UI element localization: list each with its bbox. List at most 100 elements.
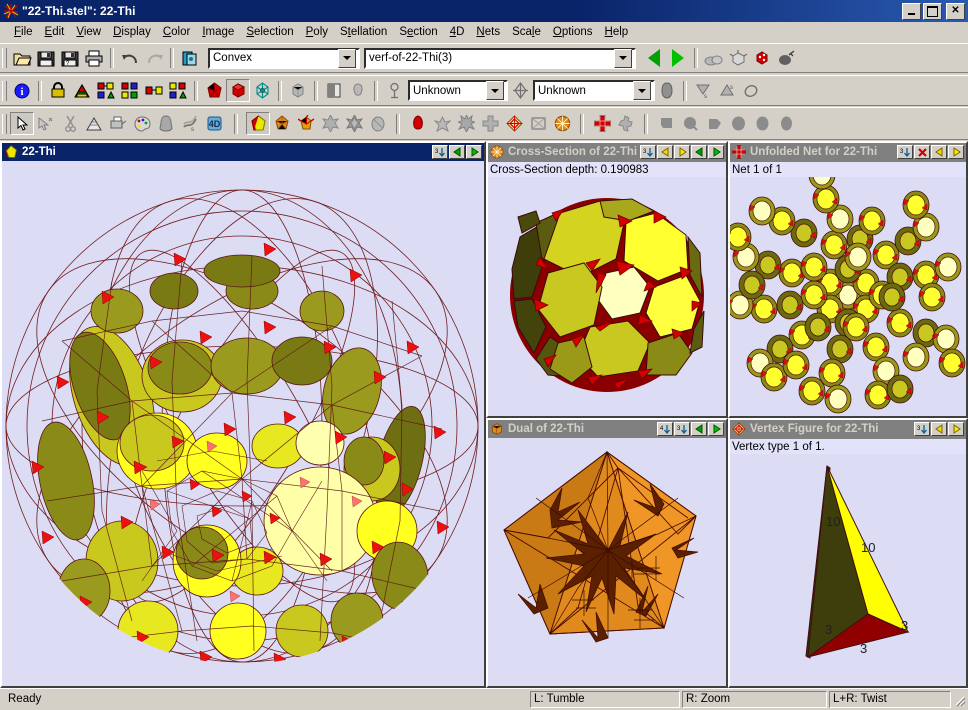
sub-symmetry-icon[interactable] [508, 79, 532, 102]
cross-section-icon[interactable] [550, 112, 574, 135]
toolbar-grip[interactable] [2, 48, 7, 68]
close-icon[interactable] [914, 145, 930, 159]
restore-icon[interactable]: 3 [914, 422, 930, 436]
augment-icon[interactable] [774, 47, 798, 70]
vertex-fig-icon[interactable] [346, 79, 370, 102]
green-next-icon[interactable] [708, 145, 724, 159]
model-viewport-main[interactable] [2, 161, 484, 686]
model-list-icon[interactable] [178, 47, 202, 70]
cross-grey-icon[interactable] [478, 112, 502, 135]
wireframe-icon[interactable] [250, 79, 274, 102]
menu-selection[interactable]: Selection [240, 24, 299, 40]
menu-color[interactable]: Color [157, 24, 197, 40]
child-window-vertex-figure[interactable]: Vertex Figure for 22-Thi 3 [728, 418, 968, 688]
child-titlebar-cross-section[interactable]: Cross-Section of 22-Thi 3 [488, 143, 726, 161]
child-titlebar-main[interactable]: 22-Thi 3 [2, 143, 484, 161]
chevron-down-icon[interactable] [486, 81, 504, 100]
shape-3-icon[interactable] [702, 112, 726, 135]
symmetry-color-icon[interactable] [166, 79, 190, 102]
vertex-color-icon[interactable] [142, 79, 166, 102]
child-titlebar-unfolded-net[interactable]: Unfolded Net for 22-Thi 3 [730, 143, 966, 161]
close-button[interactable]: ✕ [946, 3, 965, 20]
shape-4-icon[interactable] [726, 112, 750, 135]
green-prev-icon[interactable] [691, 145, 707, 159]
child-window-main[interactable]: 22-Thi 3 [0, 141, 486, 688]
restore-icon[interactable]: 3 [432, 145, 448, 159]
arrow-select-icon[interactable] [10, 112, 34, 135]
open-icon[interactable] [10, 47, 34, 70]
color-scheme-icon[interactable] [70, 79, 94, 102]
toolbar-grip[interactable] [2, 114, 7, 134]
next-model-button[interactable] [666, 47, 690, 70]
chevron-down-icon[interactable] [338, 49, 356, 68]
menu-file[interactable]: File [8, 24, 39, 40]
net-icon[interactable]: s [178, 112, 202, 135]
green-next-icon[interactable] [708, 422, 724, 436]
net-grey-icon[interactable] [614, 112, 638, 135]
maximize-button[interactable] [923, 3, 942, 20]
dual-viewport[interactable] [488, 438, 726, 686]
info-icon[interactable]: i [10, 79, 34, 102]
restore-icon[interactable]: 3 [640, 145, 656, 159]
next-icon[interactable] [466, 145, 482, 159]
undo-icon[interactable] [118, 47, 142, 70]
menu-view[interactable]: View [70, 24, 107, 40]
shape-6-icon[interactable] [774, 112, 798, 135]
menu-display[interactable]: Display [107, 24, 157, 40]
convex-hull-icon[interactable] [366, 112, 390, 135]
yellow-next-icon[interactable] [948, 145, 964, 159]
menu-nets[interactable]: Nets [470, 24, 506, 40]
model-name-combo[interactable]: verf-of-22-Thi(3) [364, 48, 636, 69]
redo-icon[interactable] [142, 47, 166, 70]
symmetry-icon[interactable] [382, 79, 406, 102]
vertex-figure-viewport[interactable]: 10 10 3 3 3 [730, 454, 966, 686]
sub-symmetry-combo[interactable]: Unknown [533, 80, 655, 101]
menu-section[interactable]: Section [393, 24, 443, 40]
child-window-cross-section[interactable]: Cross-Section of 22-Thi 3 [486, 141, 728, 418]
print-icon[interactable] [82, 47, 106, 70]
symmetry-group-combo[interactable]: Unknown [408, 80, 508, 101]
cross-section-viewport[interactable] [488, 177, 726, 416]
grey-head-icon[interactable] [154, 112, 178, 135]
minimize-button[interactable] [902, 3, 921, 20]
face-select-icon[interactable]: s [691, 79, 715, 102]
child-titlebar-dual[interactable]: Dual of 22-Thi 4 3 [488, 420, 726, 438]
frame-grey-icon[interactable] [526, 112, 550, 135]
measure-tool-icon[interactable] [82, 112, 106, 135]
child-titlebar-vertex-figure[interactable]: Vertex Figure for 22-Thi 3 [730, 420, 966, 438]
shape-5-icon[interactable] [750, 112, 774, 135]
yellow-prev-icon[interactable] [931, 422, 947, 436]
palette-icon[interactable] [130, 112, 154, 135]
edge-color-icon[interactable] [118, 79, 142, 102]
menu-4d[interactable]: 4D [444, 24, 471, 40]
restore3-icon[interactable]: 3 [674, 422, 690, 436]
fourd-icon[interactable]: 4D [202, 112, 226, 135]
faceting-icon[interactable] [702, 47, 726, 70]
menu-edit[interactable]: Edit [39, 24, 71, 40]
page-icon[interactable] [322, 79, 346, 102]
toolbar-grip[interactable] [2, 81, 7, 101]
base-model-icon[interactable] [246, 112, 270, 135]
prev-model-button[interactable] [642, 47, 666, 70]
unfolded-net-viewport[interactable] [730, 177, 966, 416]
save-as-icon[interactable]: ? [58, 47, 82, 70]
face-color-icon[interactable] [94, 79, 118, 102]
menu-stellation[interactable]: Stellation [334, 24, 393, 40]
burst-grey-icon[interactable] [454, 112, 478, 135]
compound-grey-icon[interactable] [342, 112, 366, 135]
measure-icon[interactable] [739, 79, 763, 102]
star-grey-icon[interactable] [430, 112, 454, 135]
menu-help[interactable]: Help [599, 24, 635, 40]
lock-icon[interactable] [46, 79, 70, 102]
save-icon[interactable] [34, 47, 58, 70]
chevron-down-icon[interactable] [614, 49, 632, 68]
prev-icon[interactable] [449, 145, 465, 159]
dual-model-icon[interactable] [270, 112, 294, 135]
stellation-model-icon[interactable] [294, 112, 318, 135]
compound-icon[interactable] [750, 47, 774, 70]
menu-scale[interactable]: Scale [506, 24, 547, 40]
shape-2-icon[interactable] [678, 112, 702, 135]
scissors-icon[interactable] [58, 112, 82, 135]
yellow-next-icon[interactable] [674, 145, 690, 159]
chevron-down-icon[interactable] [633, 81, 651, 100]
